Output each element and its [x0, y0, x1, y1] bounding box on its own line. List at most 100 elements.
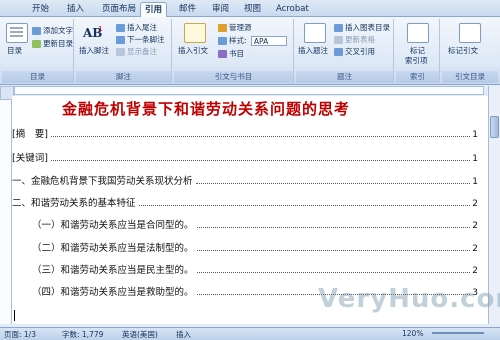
toc-entry: （二）和谐劳动关系应当是法制型的。 2: [32, 240, 478, 254]
tab-insert[interactable]: 插入: [63, 2, 88, 17]
update-table-label: 更新表格: [345, 35, 375, 44]
toc-entry-page: 1: [472, 130, 478, 140]
show-notes-button[interactable]: 显示备注: [116, 47, 157, 57]
watermark: VeryHuo.com: [318, 284, 500, 314]
toc-entry: （三）和谐劳动关系应当是民主型的。 2: [32, 262, 478, 276]
toc-entry-text: [摘 要]: [12, 129, 48, 140]
toc-entry-page: 1: [472, 154, 478, 164]
group-toc-label: 目录: [2, 71, 73, 83]
toc-entry-text: 二、和谐劳动关系的基本特征: [12, 198, 136, 209]
cross-reference-label: 交叉引用: [345, 47, 375, 56]
insert-caption-button[interactable]: 插入题注: [298, 46, 328, 56]
style-icon: [218, 37, 227, 45]
group-authorities-label: 引文目录: [442, 71, 498, 83]
horizontal-ruler[interactable]: [14, 86, 484, 95]
toc-entry-text: （一）和谐劳动关系应当是合同型的。: [32, 220, 194, 231]
tab-view[interactable]: 视图: [240, 2, 265, 17]
toc-entry: 二、和谐劳动关系的基本特征 2: [12, 195, 478, 209]
toc-leader: [138, 205, 471, 206]
document-title: 金融危机背景下和谐劳动关系问题的思考: [62, 100, 351, 118]
tab-page-layout[interactable]: 页面布局: [98, 2, 140, 17]
toc-entry-page: 2: [472, 199, 478, 209]
group-footnote: AB 1 插入脚注 插入尾注 下一条脚注 显示备注 脚注: [76, 19, 172, 83]
bibliography-icon: [218, 50, 227, 58]
tab-review[interactable]: 审阅: [208, 2, 233, 17]
insert-citation-icon: [184, 23, 206, 43]
manage-sources-icon: [218, 24, 227, 32]
scrollbar-thumb[interactable]: [490, 116, 499, 138]
update-toc-button[interactable]: 更新目录: [32, 39, 73, 49]
insert-caption-icon: [304, 23, 326, 43]
next-footnote-label: 下一条脚注: [127, 35, 165, 44]
tab-mailings[interactable]: 邮件: [175, 2, 200, 17]
toc-entry: [摘 要] 1: [12, 126, 478, 140]
endnote-icon: [116, 24, 125, 32]
toc-entry: [关键词] 1: [12, 150, 478, 164]
group-citation-label: 引文与书目: [174, 71, 293, 83]
tab-references[interactable]: 引用: [140, 2, 168, 18]
language-indicator[interactable]: 英语(美国): [122, 329, 158, 340]
mark-entry-icon: [407, 23, 429, 43]
tab-home[interactable]: 开始: [28, 2, 53, 17]
ribbon-tab-bar: 开始 插入 页面布局 引用 邮件 审阅 视图 Acrobat: [0, 0, 500, 18]
insert-table-of-figures-label: 插入图表目录: [345, 23, 390, 32]
group-toc: 目录 添加文字 更新目录 目录: [2, 19, 74, 83]
group-caption-label: 题注: [296, 71, 393, 83]
toc-leader: [50, 160, 471, 161]
insert-citation-button[interactable]: 插入引文: [178, 46, 208, 56]
toc-entry: （一）和谐劳动关系应当是合同型的。 2: [32, 217, 478, 231]
toc-leader: [196, 272, 471, 273]
update-table-icon: [334, 36, 343, 44]
mark-citation-icon: [459, 23, 481, 43]
style-label: 样式:: [229, 36, 247, 45]
toc-button[interactable]: 目录: [7, 46, 22, 56]
word-count[interactable]: 字数: 1,779: [62, 329, 103, 340]
ribbon: 目录 添加文字 更新目录 目录 AB 1 插入脚注 插入尾注 下一条脚注 显示备注…: [0, 17, 500, 85]
tab-acrobat[interactable]: Acrobat: [272, 2, 313, 17]
style-value: APA: [253, 37, 269, 46]
cross-reference-icon: [334, 48, 343, 56]
toc-icon: [6, 23, 28, 43]
group-caption: 插入题注 插入图表目录 更新表格 交叉引用 题注: [296, 19, 394, 83]
group-authorities: 标记引文 引文目录: [442, 19, 498, 83]
style-selector[interactable]: 样式: APA: [218, 36, 287, 46]
add-text-button[interactable]: 添加文字: [32, 26, 73, 36]
toc-entry-page: 2: [472, 244, 478, 254]
add-text-icon: [32, 27, 41, 35]
mark-entry-button-line2[interactable]: 索引项: [405, 56, 428, 66]
cross-reference-button[interactable]: 交叉引用: [334, 47, 375, 57]
status-bar: 页面: 1/3 字数: 1,779 英语(美国) 插入 120%: [0, 327, 500, 340]
footnote-icon: AB 1: [82, 23, 104, 43]
vertical-ruler[interactable]: [0, 100, 12, 324]
mark-citation-button[interactable]: 标记引文: [448, 46, 478, 56]
insert-footnote-button[interactable]: 插入脚注: [79, 46, 109, 56]
zoom-slider[interactable]: [432, 332, 484, 334]
toc-entry-page: 2: [472, 266, 478, 276]
group-footnote-label: 脚注: [76, 71, 171, 83]
group-index-label: 索引: [396, 71, 439, 83]
toc-leader: [196, 227, 471, 228]
update-table-button[interactable]: 更新表格: [334, 35, 375, 45]
toc-entry: 一、金融危机背景下我国劳动关系现状分析 1: [12, 173, 478, 187]
style-dropdown[interactable]: APA: [250, 36, 287, 46]
page-count[interactable]: 页面: 1/3: [4, 329, 36, 340]
insert-endnote-button[interactable]: 插入尾注: [116, 23, 157, 33]
zoom-level[interactable]: 120%: [402, 329, 423, 338]
toc-entry-text: [关键词]: [12, 153, 48, 164]
toc-entry-text: （二）和谐劳动关系应当是法制型的。: [32, 243, 194, 254]
add-text-label: 添加文字: [43, 26, 73, 35]
group-citation: 插入引文 管理源 样式: APA 书目 引文与书目: [174, 19, 294, 83]
toc-entry-text: （三）和谐劳动关系应当是民主型的。: [32, 265, 194, 276]
show-notes-label: 显示备注: [127, 47, 157, 56]
toc-leader: [50, 136, 471, 137]
next-footnote-icon: [116, 36, 125, 44]
toc-entry-page: 2: [472, 221, 478, 231]
next-footnote-button[interactable]: 下一条脚注: [116, 35, 165, 45]
insert-mode[interactable]: 插入: [176, 329, 191, 340]
bibliography-button[interactable]: 书目: [218, 49, 244, 59]
manage-sources-button[interactable]: 管理源: [218, 23, 252, 33]
mark-entry-button[interactable]: 标记: [410, 46, 425, 56]
update-toc-label: 更新目录: [43, 39, 73, 48]
insert-table-of-figures-button[interactable]: 插入图表目录: [334, 23, 390, 33]
refresh-icon: [32, 40, 41, 48]
